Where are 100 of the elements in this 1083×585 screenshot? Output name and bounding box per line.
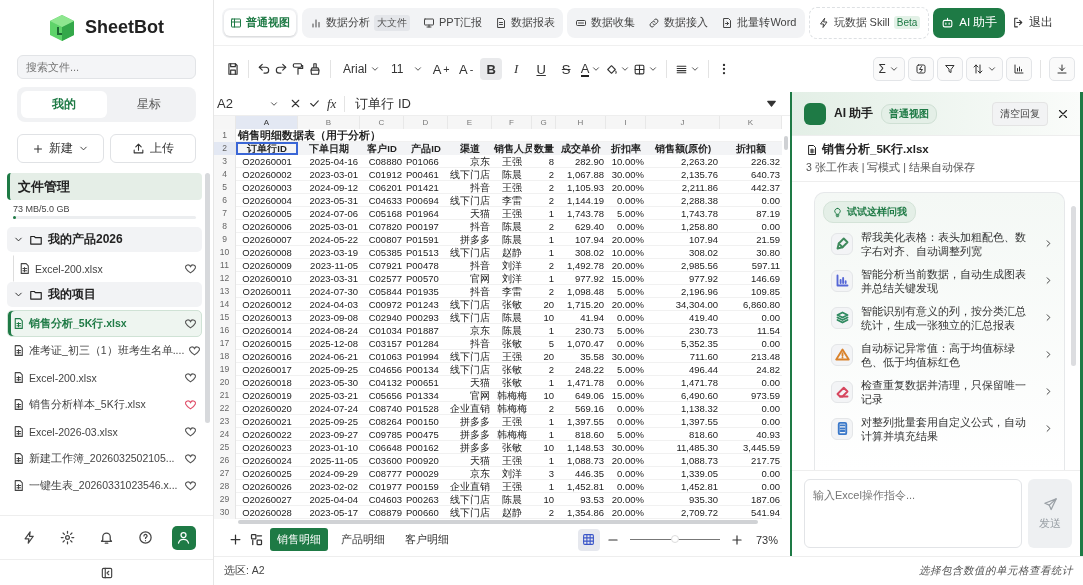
formula-field[interactable]: 订单行 ID [351,94,759,113]
header-cell[interactable]: 成交单价 [556,142,606,155]
view-tab[interactable]: 数据收集 [569,9,642,36]
grid-view-button[interactable] [577,528,600,551]
scrollbar[interactable] [784,136,788,150]
heart-icon[interactable] [184,398,197,411]
upload-button[interactable]: 上传 [109,134,196,163]
table-icon [230,16,242,29]
heart-icon[interactable] [184,425,197,438]
header-cell[interactable]: 折扣率 [606,142,646,155]
file-item[interactable]: 销售分析_5K行.xlsx [7,310,202,337]
zoom-in-icon[interactable] [729,532,744,547]
format-painter-icon[interactable] [291,62,305,76]
column-header[interactable]: E [448,116,492,129]
folder-item[interactable]: 我的项目 [7,282,202,307]
add-sheet-icon[interactable] [228,532,243,547]
font-dropdown[interactable]: Arial [339,58,384,80]
column-header[interactable]: J [646,116,720,129]
user-button[interactable] [171,525,196,550]
header-cell[interactable]: 订单行ID [236,142,298,155]
column-header[interactable]: K [720,116,782,129]
scrollbar[interactable] [238,520,758,524]
heart-icon[interactable] [184,317,197,330]
sheet-tab[interactable]: 销售明细 [270,528,328,551]
heart-icon[interactable] [184,452,197,465]
redo-icon[interactable] [274,62,288,76]
view-tab[interactable]: PPT汇报 [417,9,489,36]
text-style-button[interactable]: I [505,58,528,80]
download-button[interactable] [1049,57,1075,81]
font-size-dropdown[interactable]: 11 [387,58,428,80]
heart-icon[interactable] [188,344,202,357]
suggestion-item[interactable]: 自动标记异常值：高于均值标绿色、低于均值标红色 [823,336,1054,373]
file-item[interactable]: 新建工作簿_2026032502105... [7,445,202,472]
flash-fill-button[interactable] [908,57,934,81]
cancel-icon[interactable] [289,97,302,110]
heart-icon[interactable] [184,262,197,275]
file-item[interactable]: Excel-200.xlsx [7,364,202,391]
column-header[interactable]: C [360,116,404,129]
view-tab[interactable]: 批量转Word [715,9,803,36]
suggestion-item[interactable]: 智能分析当前数据，自动生成图表并总结关键发现 [823,262,1054,299]
file-item[interactable]: 准考证_初三（1）班考生名单.... [7,337,202,364]
suggestion-item[interactable]: 帮我美化表格：表头加粗配色、数字右对齐、自动调整列宽 [823,225,1054,262]
heart-icon[interactable] [184,479,197,492]
header-cell[interactable]: 客户ID [360,142,404,155]
view-tab[interactable]: 数据分析 大文件 [304,9,416,36]
undo-icon[interactable] [257,62,271,76]
search-field[interactable]: 搜索文件... [17,55,196,79]
column-header[interactable]: F [492,116,532,129]
exit-button[interactable]: 退出 [1009,8,1057,37]
table-cell-text: 41.94 [579,311,605,324]
suggestion-item[interactable]: 检查重复数据并清理，只保留唯一记录 [823,373,1054,410]
text-style-button[interactable]: S [555,58,578,80]
sheet-tab[interactable]: 产品明细 [334,528,392,551]
clear-button[interactable]: 清空回复 [992,101,1048,126]
text-style-button[interactable]: U [530,58,553,80]
ai-assistant-button[interactable]: AI 助手 [933,7,1006,38]
file-item[interactable]: Excel-2026-03.xlsx [7,418,202,445]
save-icon[interactable] [226,62,240,76]
header-cell[interactable]: 产品ID [404,142,448,155]
sheets-icon[interactable] [249,532,264,547]
header-cell[interactable]: 销售额(原价) [646,142,720,155]
collapse-sidebar-icon[interactable] [99,565,114,580]
view-tab[interactable]: 普通视图 [224,9,296,36]
view-tab[interactable]: 数据报表 [489,9,562,36]
zoom-slider-thumb[interactable] [670,535,679,543]
font-color-button[interactable]: A [580,58,603,80]
column-header[interactable]: G [532,116,556,129]
header-cell[interactable]: 折扣额 [720,142,782,155]
table-cell-text: 1 [547,324,555,337]
view-tab[interactable]: 玩数据 Skill Beta [811,9,927,36]
heart-icon[interactable] [184,371,197,384]
view-tab[interactable]: 数据接入 [642,9,715,36]
folder-item[interactable]: 我的产品2026 [7,227,202,252]
column-header[interactable]: B [298,116,360,129]
chart-button[interactable] [1006,57,1032,81]
header-cell[interactable]: 下单日期 [298,142,360,155]
sidebar-tab[interactable]: 我的 [21,91,107,118]
column-header[interactable]: I [606,116,646,129]
check-icon[interactable] [308,97,321,110]
file-item[interactable]: 销售分析样本_5K行.xlsx [7,391,202,418]
sheet-tab[interactable]: 客户明细 [398,528,456,551]
column-header[interactable]: D [404,116,448,129]
column-header[interactable]: H [556,116,606,129]
new-button[interactable]: 新建 [17,134,104,163]
sidebar-tab[interactable]: 星标 [106,91,192,118]
header-cell[interactable]: 渠道 [448,142,492,155]
scrollbar[interactable] [1071,206,1076,366]
scrollbar[interactable] [205,173,210,423]
file-item[interactable]: 一键生表_20260331023546.x... [7,472,202,499]
table-cell-text: 1,088.73 [566,454,605,467]
text-style-button[interactable]: B [480,58,503,80]
name-box[interactable]: A2 [217,96,283,111]
suggestion-item[interactable]: 智能识别有意义的列，按分类汇总统计，生成一张独立的汇总报表 [823,299,1054,336]
filter-button[interactable] [937,57,963,81]
sum-button[interactable]: Σ [872,57,905,81]
broom-icon[interactable] [308,62,322,76]
column-header[interactable]: A [236,116,298,129]
suggestion-item[interactable]: 对整列批量套用自定义公式，自动计算并填充结果 [823,410,1054,447]
message-input[interactable]: 输入Excel操作指令... [804,479,1022,548]
header-cell[interactable]: 数量 [532,142,556,155]
